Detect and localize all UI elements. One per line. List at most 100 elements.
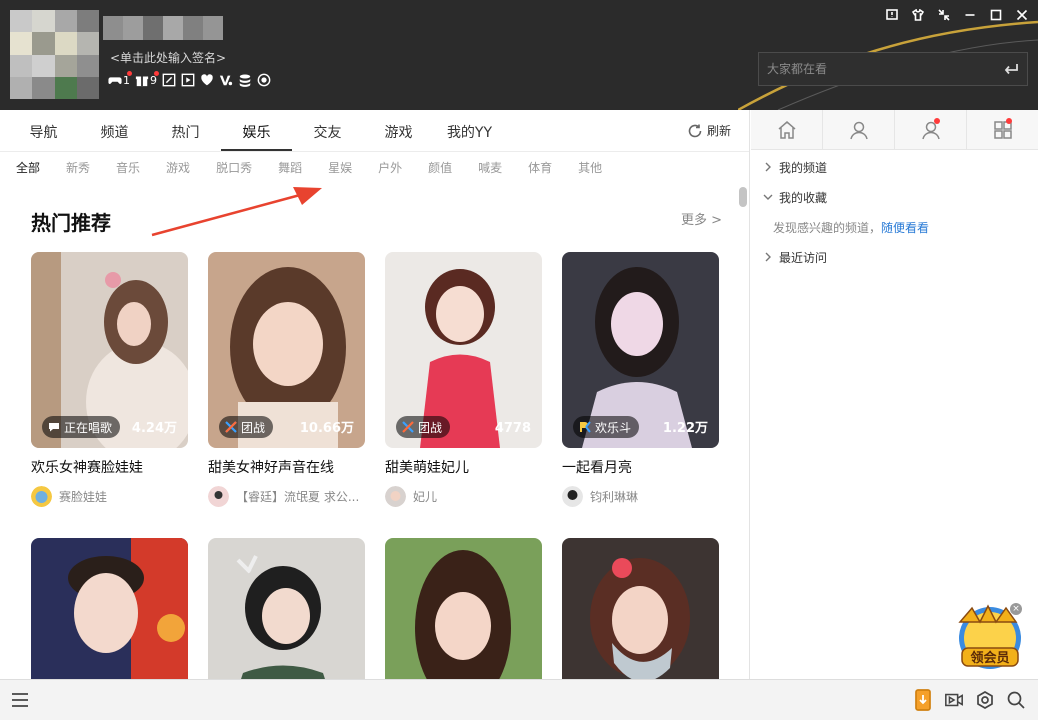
stream-thumbnail: 团战 10.66万 xyxy=(208,252,365,448)
stream-title[interactable]: 一起看月亮 xyxy=(562,457,719,477)
subtab-outdoor[interactable]: 户外 xyxy=(378,159,402,176)
subtab-looks[interactable]: 颜值 xyxy=(428,159,452,176)
tree-item-favorites[interactable]: 我的收藏 xyxy=(751,182,1038,212)
user-avatar[interactable] xyxy=(10,10,99,99)
eye-icon[interactable] xyxy=(257,73,271,87)
stream-card[interactable] xyxy=(385,538,542,679)
subtab-newcomer[interactable]: 新秀 xyxy=(66,159,90,176)
stream-tag: 欢乐斗 xyxy=(573,416,640,438)
sidebar-tab-apps[interactable] xyxy=(967,110,1038,149)
refresh-button[interactable]: 刷新 xyxy=(687,122,731,139)
close-icon[interactable] xyxy=(1012,6,1032,24)
anchor-info[interactable]: 赛脸娃娃 xyxy=(31,486,188,507)
v-badge-icon[interactable] xyxy=(219,73,233,87)
subtab-sports[interactable]: 体育 xyxy=(528,159,552,176)
stream-thumbnail: 正在唱歌 4.24万 xyxy=(31,252,188,448)
gift-icon[interactable]: 9 xyxy=(135,71,159,87)
tree-item-my-channels[interactable]: 我的频道 xyxy=(751,152,1038,182)
tab-channel[interactable]: 频道 xyxy=(79,122,150,151)
promo-close-button[interactable]: × xyxy=(1010,603,1022,615)
tab-games[interactable]: 游戏 xyxy=(363,122,434,151)
tab-friends[interactable]: 交友 xyxy=(292,122,363,151)
skin-shirt-icon[interactable] xyxy=(908,6,928,24)
channel-tree: 我的频道 我的收藏 发现感兴趣的频道， 随便看看 最近访问 xyxy=(751,150,1038,272)
browse-link[interactable]: 随便看看 xyxy=(881,219,929,236)
sidebar-tab-friends[interactable] xyxy=(895,110,967,149)
subtab-game[interactable]: 游戏 xyxy=(166,159,190,176)
stream-title[interactable]: 甜美萌娃妃儿 xyxy=(385,457,542,477)
gamepad-icon[interactable]: 1 xyxy=(108,71,132,87)
bottom-toolbar xyxy=(0,679,1038,720)
subtab-dance[interactable]: 舞蹈 xyxy=(278,159,302,176)
anchor-info[interactable]: 钧利琳琳 xyxy=(562,486,719,507)
stream-thumbnail xyxy=(562,538,719,679)
anchor-info[interactable]: 【睿廷】流氓夏 求公... xyxy=(208,486,365,507)
signature-input[interactable]: <单击此处输入签名> xyxy=(110,49,226,66)
stream-card[interactable] xyxy=(562,538,719,679)
minimize-icon[interactable] xyxy=(960,6,980,24)
download-app-icon[interactable] xyxy=(913,689,933,711)
feedback-icon[interactable] xyxy=(882,6,902,24)
heart-icon[interactable] xyxy=(200,73,214,87)
refresh-icon xyxy=(688,124,702,137)
tab-hot[interactable]: 热门 xyxy=(150,122,221,151)
stream-title[interactable]: 甜美女神好声音在线 xyxy=(208,457,365,477)
scrollbar-thumb[interactable] xyxy=(739,187,747,207)
svg-text:领会员: 领会员 xyxy=(970,650,1009,666)
tab-my-yy[interactable]: 我的YY xyxy=(434,122,505,151)
refresh-label: 刷新 xyxy=(706,124,731,138)
mini-mode-icon[interactable] xyxy=(934,6,954,24)
stream-card[interactable]: 团战 4778 甜美萌娃妃儿 妃儿 xyxy=(385,252,542,507)
coins-icon[interactable] xyxy=(238,73,252,87)
search-icon[interactable] xyxy=(1006,689,1026,711)
right-sidebar: 我的频道 我的收藏 发现感兴趣的频道， 随便看看 最近访问 领会员 × xyxy=(751,110,1038,679)
subtab-music[interactable]: 音乐 xyxy=(116,159,140,176)
stream-card[interactable]: 正在唱歌 4.24万 欢乐女神赛脸娃娃 赛脸娃娃 xyxy=(31,252,188,507)
more-link[interactable]: 更多 > xyxy=(681,209,722,228)
notification-dot xyxy=(934,118,940,124)
anchor-name: 钧利琳琳 xyxy=(590,490,639,504)
start-live-icon[interactable] xyxy=(944,689,964,711)
anchor-avatar xyxy=(562,486,583,507)
subtab-all[interactable]: 全部 xyxy=(16,159,40,176)
stream-card[interactable] xyxy=(208,538,365,679)
subtab-other[interactable]: 其他 xyxy=(578,159,602,176)
anchor-name: 赛脸娃娃 xyxy=(59,490,108,504)
chevron-right-icon xyxy=(765,252,771,262)
settings-icon[interactable] xyxy=(975,689,995,711)
subtab-shout[interactable]: 喊麦 xyxy=(478,159,502,176)
title-bar: <单击此处输入签名> 1 9 xyxy=(0,0,1038,110)
tab-nav[interactable]: 导航 xyxy=(8,122,79,151)
subtab-talkshow[interactable]: 脱口秀 xyxy=(216,159,252,176)
subtab-star[interactable]: 星娱 xyxy=(328,159,352,176)
crossed-swords-icon xyxy=(402,421,414,433)
anchor-avatar xyxy=(385,486,406,507)
sidebar-tab-profile[interactable] xyxy=(823,110,895,149)
anchor-avatar xyxy=(31,486,52,507)
search-input[interactable] xyxy=(767,62,1003,76)
stream-card[interactable]: 欢乐斗 1.22万 一起看月亮 钧利琳琳 xyxy=(562,252,719,507)
streamer-photo xyxy=(208,538,365,679)
main-menu-icon[interactable] xyxy=(10,690,30,710)
maximize-icon[interactable] xyxy=(986,6,1006,24)
stream-card[interactable]: 团战 10.66万 甜美女神好声音在线 【睿廷】流氓夏 求公... xyxy=(208,252,365,507)
anchor-info[interactable]: 妃儿 xyxy=(385,486,542,507)
stream-card[interactable] xyxy=(31,538,188,679)
content-area: 热门推荐 更多 > 正在唱歌 4.24万 欢乐女神赛脸娃娃 赛脸娃娃 团战 10… xyxy=(0,183,749,679)
section-title: 热门推荐 xyxy=(31,211,111,235)
play-icon[interactable] xyxy=(181,73,195,87)
viewer-count: 4.24万 xyxy=(131,421,177,436)
stream-title[interactable]: 欢乐女神赛脸娃娃 xyxy=(31,457,188,477)
tree-item-recent[interactable]: 最近访问 xyxy=(751,242,1038,272)
streamer-photo xyxy=(562,538,719,679)
content-scrollbar[interactable] xyxy=(739,185,747,679)
sidebar-tab-home[interactable] xyxy=(751,110,823,149)
enter-icon[interactable] xyxy=(1003,62,1019,76)
subcategory-tabs: 全部 新秀 音乐 游戏 脱口秀 舞蹈 星娱 户外 颜值 喊麦 体育 其他 xyxy=(0,152,749,183)
stream-tag: 团战 xyxy=(219,416,274,438)
footer-tools xyxy=(913,689,1026,711)
tab-entertainment[interactable]: 娱乐 xyxy=(221,122,292,151)
card-icon[interactable] xyxy=(162,73,176,87)
search-box xyxy=(758,52,1028,86)
notification-dot xyxy=(1006,118,1012,124)
